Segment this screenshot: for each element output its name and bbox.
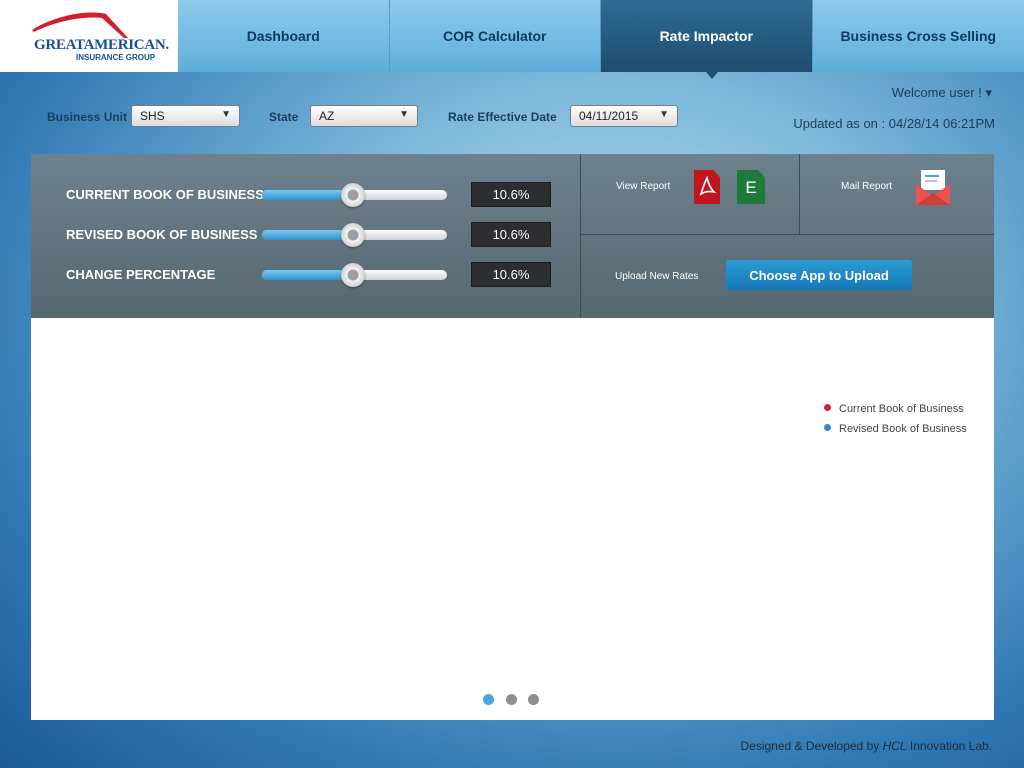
slider-label-revised: REVISED BOOK OF BUSINESS [66,227,258,242]
rate-control-panel: CURRENT BOOK OF BUSINESS 10.6% REVISED B… [31,154,994,318]
slider-fill [262,190,353,200]
active-tab-pointer-icon [706,72,718,79]
mail-report-icon[interactable] [915,168,951,206]
slider-revised-book[interactable] [262,223,447,247]
chart-area: Current Book of Business Revised Book of… [31,318,994,720]
tab-cor-calculator[interactable]: COR Calculator [390,0,601,72]
page-indicator-dot[interactable] [483,694,494,705]
legend-revised-book: Revised Book of Business [824,423,967,435]
slider-label-change: CHANGE PERCENTAGE [66,267,216,282]
state-label: State [269,110,299,124]
panel-divider [581,234,994,235]
rate-date-label: Rate Effective Date [448,110,557,124]
value-change-percentage: 10.6% [471,262,551,287]
slider-thumb[interactable] [340,263,365,287]
view-report-label: View Report [616,181,671,192]
value-current-book: 10.6% [471,182,551,207]
logo: GREATAMERICAN. INSURANCE GROUP [0,0,178,72]
page-indicator-dot[interactable] [506,694,517,705]
business-unit-label: Business Unit [47,110,128,124]
logo-subtext: INSURANCE GROUP [76,53,156,62]
slider-thumb[interactable] [340,183,365,207]
rate-date-select[interactable]: 04/11/2015 ▼ [570,105,678,127]
dropdown-arrow-icon: ▼ [399,109,409,120]
logo-text: GREATAMERICAN. [34,37,169,53]
tab-business-cross-selling[interactable]: Business Cross Selling [813,0,1024,72]
tab-rate-impactor[interactable]: Rate Impactor [601,0,813,72]
excel-report-icon[interactable]: E [737,170,765,204]
welcome-user-menu[interactable]: Welcome user ! ▾ [892,85,992,101]
legend-dot [824,424,831,431]
value-revised-book: 10.6% [471,222,551,247]
slider-fill [262,270,353,280]
footer-credit: Designed & Developed by HCL Innovation L… [740,739,992,753]
tab-dashboard[interactable]: Dashboard [178,0,390,72]
upload-new-rates-label: Upload New Rates [615,271,699,282]
updated-timestamp: Updated as on : 04/28/14 06:21PM [793,116,995,131]
panel-divider [799,154,800,234]
panel-divider [580,154,581,318]
state-select[interactable]: AZ ▼ [310,105,418,127]
slider-thumb[interactable] [340,223,365,247]
slider-change-percentage[interactable] [262,263,447,287]
page-indicator-dot[interactable] [528,694,539,705]
dropdown-arrow-icon: ▼ [659,109,669,120]
pdf-report-icon[interactable] [694,170,720,204]
slider-label-current: CURRENT BOOK OF BUSINESS [66,187,264,202]
choose-app-upload-button[interactable]: Choose App to Upload [726,260,912,290]
top-nav: Dashboard COR Calculator Rate Impactor B… [178,0,1024,72]
slider-current-book[interactable] [262,183,447,207]
mail-report-label: Mail Report [841,181,893,192]
legend-current-book: Current Book of Business [824,403,964,415]
footer-company: HCL [882,739,907,753]
business-unit-select[interactable]: SHS ▼ [131,105,240,127]
slider-fill [262,230,353,240]
dropdown-arrow-icon: ▼ [221,109,231,120]
legend-dot [824,404,831,411]
